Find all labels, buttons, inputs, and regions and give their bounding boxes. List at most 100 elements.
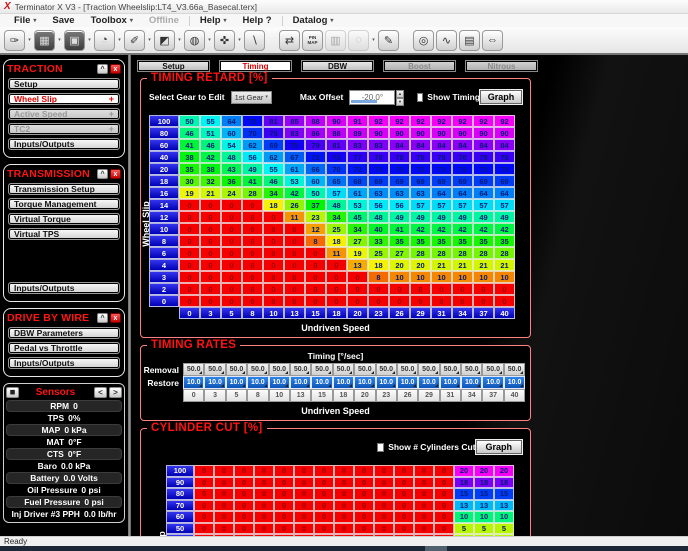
timing-rates-table[interactable]: Removal50.050.050.050.050.050.050.050.05… [143,363,525,402]
table-cell[interactable]: 0 [221,223,242,235]
table-cell[interactable]: 64 [452,187,473,199]
table-cell[interactable]: 85 [284,115,305,127]
table-cell[interactable]: 35 [179,163,200,175]
table-cell[interactable]: 50.0 [269,363,290,376]
table-cell[interactable]: 40 [368,223,389,235]
table-cell[interactable]: 0 [274,477,294,489]
tab-nitrous[interactable]: Nitrous [465,60,538,72]
table-cell[interactable]: 75 [284,139,305,151]
table-cell[interactable]: 73 [494,163,515,175]
table-cell[interactable]: 49 [431,211,452,223]
table-cell[interactable]: 92 [494,115,515,127]
table-cell[interactable]: 46 [179,127,200,139]
sidebar-item-wheel-slip[interactable]: Wheel Slip+ [8,93,120,105]
table-cell[interactable]: 0 [394,511,414,523]
table-cell[interactable]: 50.0 [354,363,375,376]
table-cell[interactable]: 0 [374,511,394,523]
table-cell[interactable]: 62 [263,151,284,163]
table-cell[interactable]: 10.0 [504,376,525,389]
spinner-up-icon[interactable]: ▲ [396,90,403,98]
table-cell[interactable]: 0 [221,295,242,307]
table-cell[interactable]: 56 [368,199,389,211]
table-cell[interactable]: 0 [254,477,274,489]
table-cell[interactable]: 0 [179,235,200,247]
table-cell[interactable]: 0 [194,523,214,535]
table-cell[interactable]: 0 [305,259,326,271]
table-cell[interactable]: 19 [347,247,368,259]
table-cell[interactable]: 18 [326,235,347,247]
table-cell[interactable]: 0 [414,477,434,489]
table-cell[interactable]: 15 [454,488,474,500]
table-cell[interactable]: 92 [389,115,410,127]
table-cell[interactable]: 19 [179,187,200,199]
table-cell[interactable]: 10 [474,511,494,523]
sidebar-item-pedal-vs-throttle[interactable]: Pedal vs Throttle [8,342,120,354]
table-cell[interactable]: 18 [474,477,494,489]
table-cell[interactable]: 78 [368,151,389,163]
table-cell[interactable]: 50.0 [440,363,461,376]
table-cell[interactable]: 10.0 [376,376,397,389]
table-cell[interactable]: 91 [347,115,368,127]
table-cell[interactable]: 0 [314,477,334,489]
table-cell[interactable]: 26 [397,389,418,402]
table-cell[interactable]: 0 [334,477,354,489]
table-cell[interactable]: 84 [389,139,410,151]
table-cell[interactable]: 49 [473,211,494,223]
table-cell[interactable]: 0 [314,465,334,477]
table-cell[interactable]: 0 [179,211,200,223]
table-cell[interactable]: 30 [179,175,200,187]
table-cell[interactable]: 15 [494,488,514,500]
table-cell[interactable]: 69 [473,175,494,187]
table-cell[interactable]: 21 [200,187,221,199]
table-cell[interactable]: 70 [326,163,347,175]
table-cell[interactable]: 0 [263,283,284,295]
table-cell[interactable]: 20 [454,465,474,477]
table-cell[interactable]: 0 [242,259,263,271]
table-cell[interactable]: 0 [242,271,263,283]
table-cell[interactable]: 42 [452,223,473,235]
table-cell[interactable]: 10.0 [333,376,354,389]
table-cell[interactable]: 78 [452,151,473,163]
table-cell[interactable]: 0 [314,511,334,523]
table-cell[interactable]: 0 [431,283,452,295]
sidebar-item-transmission-setup[interactable]: Transmission Setup [8,183,120,195]
table-cell[interactable]: 84 [452,139,473,151]
table-cell[interactable]: 0 [354,500,374,512]
table-cell[interactable]: 27 [347,235,368,247]
table-cell[interactable]: 0 [368,295,389,307]
table-cell[interactable]: 0 [334,523,354,535]
table-cell[interactable]: 0 [294,465,314,477]
table-cell[interactable]: 10 [494,511,514,523]
table-cell[interactable]: 0 [254,488,274,500]
table-cell[interactable]: 0 [242,283,263,295]
table-cell[interactable]: 78 [473,151,494,163]
table-cell[interactable]: 0 [410,295,431,307]
table-cell[interactable]: 0 [214,523,234,535]
table-cell[interactable]: 0 [394,465,414,477]
table-cell[interactable]: 0 [200,223,221,235]
table-cell[interactable]: 0 [414,500,434,512]
chevron-down-icon[interactable]: ▾ [27,37,32,43]
table-cell[interactable]: 83 [368,139,389,151]
table-cell[interactable]: 92 [473,115,494,127]
sidebar-item-torque-management[interactable]: Torque Management [8,198,120,210]
table-cell[interactable]: 0 [179,295,200,307]
table-cell[interactable]: 77 [347,151,368,163]
table-cell[interactable]: 10 [454,511,474,523]
table-cell[interactable]: 50.0 [333,363,354,376]
table-cell[interactable]: 10.0 [397,376,418,389]
table-cell[interactable]: 15 [474,488,494,500]
table-cell[interactable]: 18 [333,389,354,402]
table-cell[interactable]: 28 [242,187,263,199]
table-cell[interactable]: 0 [354,511,374,523]
table-cell[interactable]: 60 [305,175,326,187]
table-cell[interactable]: 41 [179,139,200,151]
table-cell[interactable]: 57 [494,199,515,211]
table-cell[interactable]: 26 [284,199,305,211]
table-cell[interactable]: 0 [305,295,326,307]
table-cell[interactable]: 34 [326,211,347,223]
table-cell[interactable]: 0 [314,523,334,535]
panel-close-icon[interactable]: x [110,169,121,179]
table-cell[interactable]: 10.0 [204,376,225,389]
max-offset-input[interactable]: -20.0° [349,90,395,105]
